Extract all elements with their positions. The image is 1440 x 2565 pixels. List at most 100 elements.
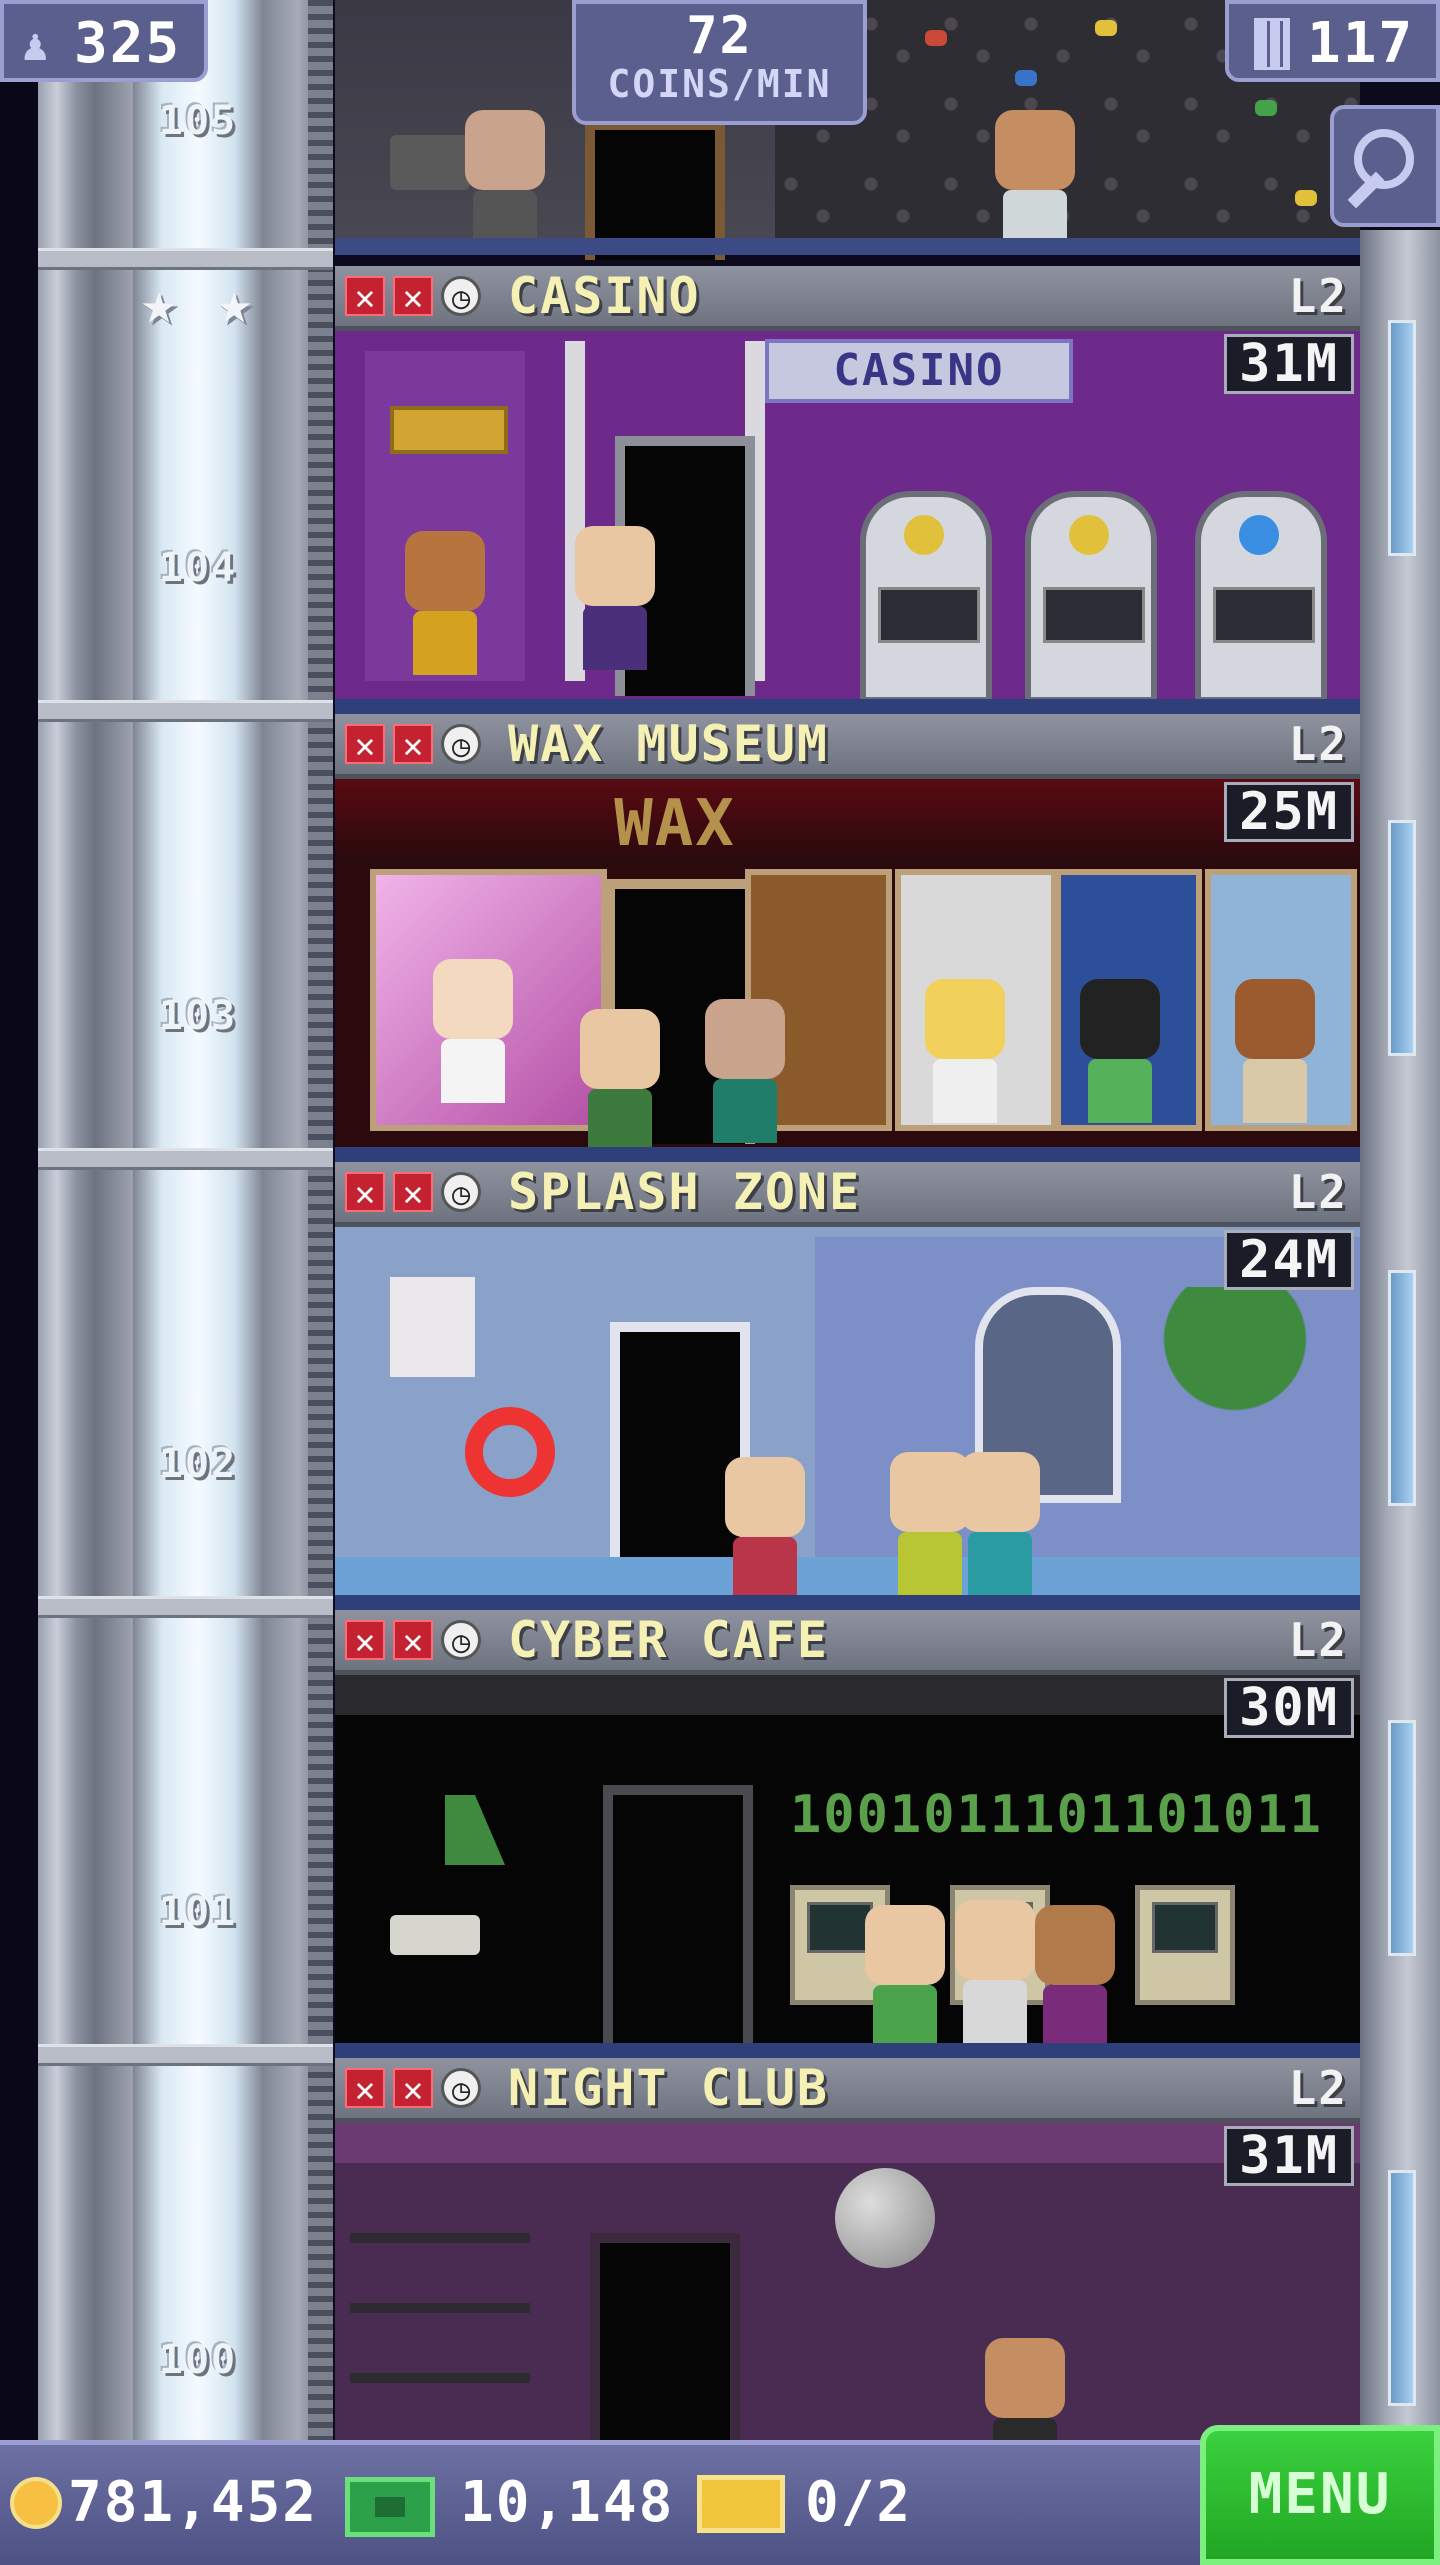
hold [1095,20,1117,36]
floor-strip [335,238,1360,255]
window [1388,1270,1416,1506]
window [1388,2170,1416,2406]
star-icon: ★ [140,268,178,338]
clock-icon: ◷ [441,724,481,764]
room-cyber-cafe[interactable]: ✕ ✕ ◷ CYBER CAFE L2 1001011101101011 30M [335,1610,1360,2058]
palm-tree [1135,1287,1335,1547]
window [1388,1720,1416,1956]
floor-divider [38,2044,333,2066]
bar-shelf [350,2233,530,2243]
window [1388,320,1416,556]
menu-button[interactable]: MENU [1200,2425,1440,2565]
x-mark-icon: ✕ [393,1172,433,1214]
person-icon: ♟ [22,20,51,71]
bitizen [725,1457,805,1595]
vip-ticket-icon [697,2475,785,2533]
room-name: WAX MUSEUM [508,715,830,773]
room-interior: CASINO [335,331,1360,699]
poster [390,1277,475,1377]
room-interior: 1001011101101011 [335,1675,1360,2043]
floor-strip [335,1147,1360,1162]
hold [1015,70,1037,86]
window [1388,820,1416,1056]
wax-figure [1080,979,1160,1123]
floor-strip [335,1595,1360,1610]
bitizen [465,110,545,254]
wall-plaque [390,406,508,454]
star-icon: ★ [215,268,253,338]
room-header: ✕ ✕ ◷ WAX MUSEUM L2 [335,714,1360,779]
room-status-icons: ✕ ✕ ◷ [345,724,481,766]
bitizen [575,526,655,670]
room-status-icons: ✕ ✕ ◷ [345,1620,481,1662]
room-interior: WAX [335,779,1360,1147]
room-name: SPLASH ZONE [508,1163,862,1221]
floor-number-105: 105 [158,98,238,144]
shaft-ladder [308,0,333,2440]
floor-strip [335,2043,1360,2058]
floor-divider [38,1596,333,1618]
coins-per-min-panel[interactable]: 72 COINS/MIN [572,0,867,125]
floor-divider [38,248,333,270]
shaft-outer-wall [38,0,133,2440]
sky-edge [0,0,38,2440]
slot-machine [860,491,992,699]
vip-stars: ★ ★ [128,272,273,338]
casino-sign: CASINO [765,339,1073,403]
bar-shelf [350,2303,530,2313]
x-mark-icon: ✕ [393,276,433,318]
x-mark-icon: ✕ [345,2068,385,2110]
room-level: L2 [1288,1613,1348,1667]
room-casino[interactable]: ✕ ✕ ◷ CASINO L2 CASINO 31M [335,266,1360,714]
room-level: L2 [1288,2061,1348,2115]
bar-shelf [350,2373,530,2383]
bitizen [405,531,485,675]
bitizen [705,999,785,1143]
slot-machine [1025,491,1157,699]
cursor-decal [445,1795,505,1865]
room-level: L2 [1288,1165,1348,1219]
room-night-club[interactable]: ✕ ✕ ◷ NIGHT CLUB L2 31M [335,2058,1360,2440]
wax-sign: WAX [614,787,736,861]
floor-count-value: 117 [1307,11,1415,76]
clock-icon: ◷ [441,276,481,316]
clock-icon: ◷ [441,1172,481,1212]
x-mark-icon: ✕ [345,724,385,766]
tickets-value[interactable]: 0/2 [805,2471,912,2535]
room-splash-zone[interactable]: ✕ ✕ ◷ SPLASH ZONE L2 24M [335,1162,1360,1610]
floor-strip [335,699,1360,714]
x-mark-icon: ✕ [345,1172,385,1214]
population-counter[interactable]: ♟ 325 [0,0,208,82]
population-value: 325 [74,11,182,76]
bitizen [985,2338,1065,2440]
x-mark-icon: ✕ [393,724,433,766]
room-level: L2 [1288,717,1348,771]
room-name: CASINO [508,267,701,325]
bitizen [1035,1905,1115,2043]
wax-figure [433,959,513,1103]
room-wax-museum[interactable]: ✕ ✕ ◷ WAX MUSEUM L2 WAX 25M [335,714,1360,1162]
coins-per-min-value: 72 [686,6,753,66]
zoom-button[interactable] [1330,105,1440,227]
floor-divider [38,700,333,722]
lifebuoy [465,1407,555,1497]
room-header: ✕ ✕ ◷ CASINO L2 [335,266,1360,331]
x-mark-icon: ✕ [393,1620,433,1662]
tower-bux-value[interactable]: 10,148 [460,2471,674,2535]
register [390,135,470,190]
floor-counter[interactable]: 117 [1225,0,1440,82]
x-mark-icon: ✕ [345,276,385,318]
elevator-shaft[interactable]: 105 104 103 102 101 100 ★ ★ [0,0,335,2440]
room-header: ✕ ✕ ◷ NIGHT CLUB L2 [335,2058,1360,2123]
coins-value[interactable]: 781,452 [68,2471,318,2535]
room-income: 30M [1224,1678,1354,1738]
floor-number-102: 102 [158,1441,238,1487]
coins-per-min-label: COINS/MIN [607,62,832,106]
bitizen [580,1009,660,1147]
bitizen [995,110,1075,254]
room-name: NIGHT CLUB [508,2059,830,2117]
hold [1295,190,1317,206]
room-interior [335,1227,1360,1595]
room-interior [335,2123,1360,2440]
room-income: 31M [1224,334,1354,394]
